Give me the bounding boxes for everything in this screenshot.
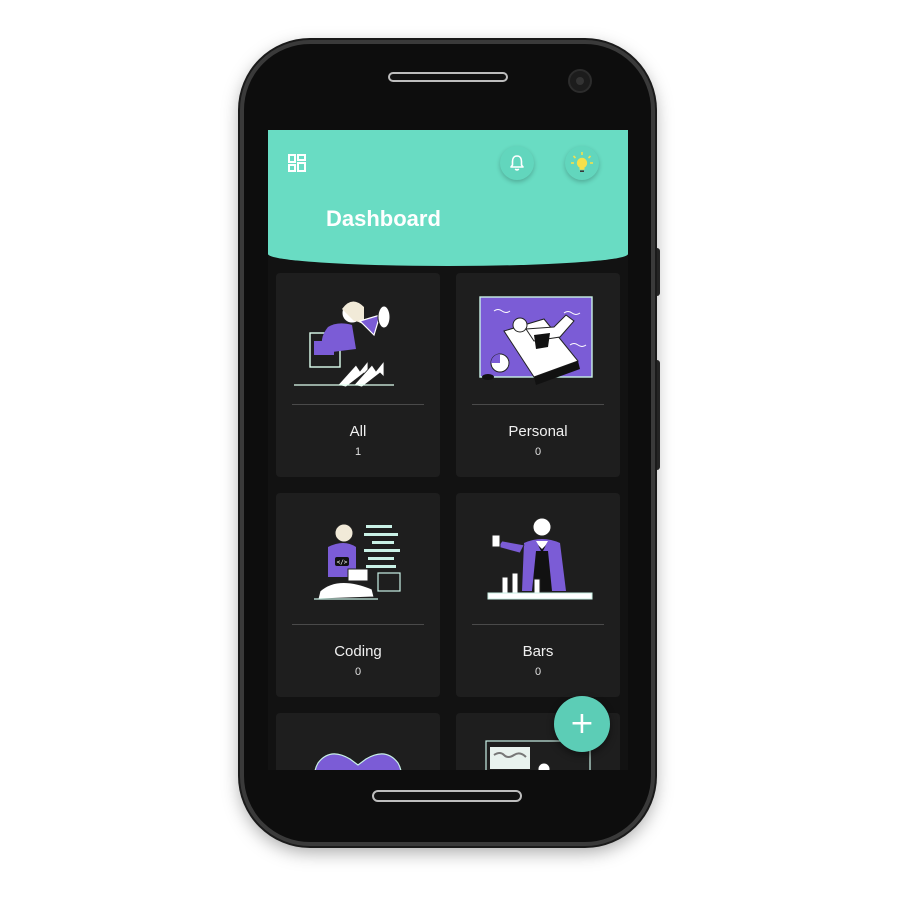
category-label: Bars bbox=[522, 643, 554, 660]
coding-illustration: </> bbox=[314, 523, 401, 600]
category-card-personal[interactable]: Personal 0 bbox=[456, 273, 620, 477]
category-card-all[interactable]: All 1 bbox=[276, 273, 440, 477]
category-card-coding[interactable]: </> Coding 0 bbox=[276, 493, 440, 697]
category-card-health[interactable] bbox=[276, 713, 440, 770]
lightbulb-icon bbox=[571, 152, 593, 172]
app-screen: Dashboard All 1 Personal 0 </> Coding 0 … bbox=[268, 130, 628, 770]
add-category-button[interactable]: + bbox=[554, 696, 610, 752]
dashboard-grid-icon[interactable] bbox=[288, 154, 306, 172]
category-label: All bbox=[349, 423, 367, 440]
heart-illustration bbox=[314, 753, 402, 770]
bell-icon bbox=[510, 155, 524, 171]
phone-earpiece bbox=[388, 72, 508, 82]
vacation-illustration bbox=[479, 296, 593, 385]
category-count: 1 bbox=[354, 446, 362, 458]
category-label: Personal bbox=[508, 423, 568, 440]
phone-camera bbox=[568, 69, 592, 93]
card-divider bbox=[472, 624, 604, 625]
category-label: Coding bbox=[334, 643, 382, 660]
card-divider bbox=[472, 404, 604, 405]
card-divider bbox=[292, 624, 424, 625]
theme-toggle-button[interactable] bbox=[565, 146, 599, 180]
svg-text:</>: </> bbox=[337, 559, 348, 566]
page-title: Dashboard bbox=[326, 206, 441, 231]
bartender-illustration bbox=[487, 517, 593, 600]
category-count: 0 bbox=[534, 666, 542, 678]
category-card-bars[interactable]: Bars 0 bbox=[456, 493, 620, 697]
card-divider bbox=[292, 404, 424, 405]
phone-speaker bbox=[372, 790, 522, 802]
category-count: 0 bbox=[354, 666, 362, 678]
app-header: Dashboard bbox=[268, 130, 628, 266]
notifications-button[interactable] bbox=[500, 146, 534, 180]
marketing-illustration bbox=[294, 301, 394, 387]
category-count: 0 bbox=[534, 446, 542, 458]
